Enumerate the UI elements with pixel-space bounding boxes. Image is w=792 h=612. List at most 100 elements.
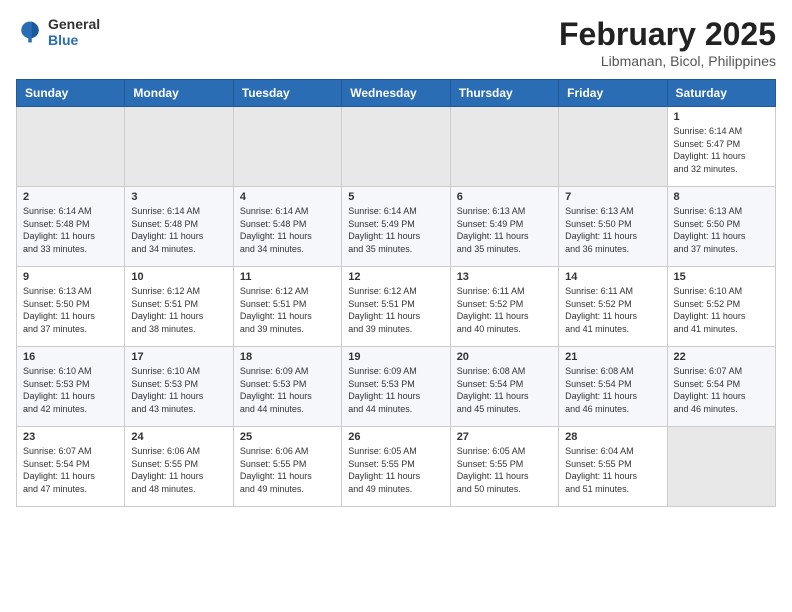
calendar-cell: 28 Sunrise: 6:04 AM Sunset: 5:55 PM Dayli…	[559, 427, 667, 507]
day-number: 9	[23, 271, 118, 283]
day-info: Sunrise: 6:09 AM Sunset: 5:53 PM Dayligh…	[240, 365, 335, 415]
calendar-cell: 22 Sunrise: 6:07 AM Sunset: 5:54 PM Dayli…	[667, 347, 775, 427]
calendar-cell	[17, 107, 125, 187]
day-number: 13	[457, 271, 552, 283]
day-number: 7	[565, 191, 660, 203]
calendar-cell: 24 Sunrise: 6:06 AM Sunset: 5:55 PM Dayli…	[125, 427, 233, 507]
day-info: Sunrise: 6:14 AM Sunset: 5:48 PM Dayligh…	[23, 205, 118, 255]
day-info: Sunrise: 6:04 AM Sunset: 5:55 PM Dayligh…	[565, 445, 660, 495]
calendar-cell	[342, 107, 450, 187]
day-info: Sunrise: 6:13 AM Sunset: 5:49 PM Dayligh…	[457, 205, 552, 255]
day-info: Sunrise: 6:08 AM Sunset: 5:54 PM Dayligh…	[457, 365, 552, 415]
month-title: February 2025	[559, 16, 776, 53]
calendar-cell: 1Sunrise: 6:14 AM Sunset: 5:47 PM Daylig…	[667, 107, 775, 187]
calendar-cell: 8 Sunrise: 6:13 AM Sunset: 5:50 PM Daylig…	[667, 187, 775, 267]
calendar-cell: 23Sunrise: 6:07 AM Sunset: 5:54 PM Dayli…	[17, 427, 125, 507]
logo-icon	[16, 18, 44, 46]
day-info: Sunrise: 6:13 AM Sunset: 5:50 PM Dayligh…	[674, 205, 769, 255]
day-info: Sunrise: 6:13 AM Sunset: 5:50 PM Dayligh…	[565, 205, 660, 255]
day-info: Sunrise: 6:14 AM Sunset: 5:48 PM Dayligh…	[240, 205, 335, 255]
page-header: General Blue February 2025 Libmanan, Bic…	[16, 16, 776, 69]
calendar-week-row: 16Sunrise: 6:10 AM Sunset: 5:53 PM Dayli…	[17, 347, 776, 427]
calendar-cell: 17 Sunrise: 6:10 AM Sunset: 5:53 PM Dayli…	[125, 347, 233, 427]
calendar-cell	[233, 107, 341, 187]
logo: General Blue	[16, 16, 100, 48]
calendar-cell: 19 Sunrise: 6:09 AM Sunset: 5:53 PM Dayli…	[342, 347, 450, 427]
day-info: Sunrise: 6:11 AM Sunset: 5:52 PM Dayligh…	[565, 285, 660, 335]
calendar-cell: 12 Sunrise: 6:12 AM Sunset: 5:51 PM Dayli…	[342, 267, 450, 347]
day-number: 12	[348, 271, 443, 283]
day-info: Sunrise: 6:14 AM Sunset: 5:49 PM Dayligh…	[348, 205, 443, 255]
title-block: February 2025 Libmanan, Bicol, Philippin…	[559, 16, 776, 69]
calendar-cell: 4 Sunrise: 6:14 AM Sunset: 5:48 PM Daylig…	[233, 187, 341, 267]
calendar-cell: 25Sunrise: 6:06 AM Sunset: 5:55 PM Dayli…	[233, 427, 341, 507]
calendar-cell: 9 Sunrise: 6:13 AM Sunset: 5:50 PM Daylig…	[17, 267, 125, 347]
day-number: 18	[240, 351, 335, 363]
day-info: Sunrise: 6:12 AM Sunset: 5:51 PM Dayligh…	[348, 285, 443, 335]
day-info: Sunrise: 6:10 AM Sunset: 5:53 PM Dayligh…	[23, 365, 118, 415]
day-info: Sunrise: 6:10 AM Sunset: 5:52 PM Dayligh…	[674, 285, 769, 335]
weekday-header: Thursday	[450, 80, 558, 107]
day-info: Sunrise: 6:06 AM Sunset: 5:55 PM Dayligh…	[131, 445, 226, 495]
calendar-cell: 14 Sunrise: 6:11 AM Sunset: 5:52 PM Dayli…	[559, 267, 667, 347]
day-number: 28	[565, 431, 660, 443]
calendar-cell: 7 Sunrise: 6:13 AM Sunset: 5:50 PM Daylig…	[559, 187, 667, 267]
day-number: 2	[23, 191, 118, 203]
logo-blue: Blue	[48, 32, 100, 48]
day-info: Sunrise: 6:05 AM Sunset: 5:55 PM Dayligh…	[348, 445, 443, 495]
day-number: 5	[348, 191, 443, 203]
day-number: 26	[348, 431, 443, 443]
weekday-header: Saturday	[667, 80, 775, 107]
weekday-header-row: SundayMondayTuesdayWednesdayThursdayFrid…	[17, 80, 776, 107]
calendar-cell: 16Sunrise: 6:10 AM Sunset: 5:53 PM Dayli…	[17, 347, 125, 427]
calendar-cell	[559, 107, 667, 187]
day-info: Sunrise: 6:05 AM Sunset: 5:55 PM Dayligh…	[457, 445, 552, 495]
calendar-cell	[125, 107, 233, 187]
calendar-cell: 3Sunrise: 6:14 AM Sunset: 5:48 PM Daylig…	[125, 187, 233, 267]
calendar-cell: 6 Sunrise: 6:13 AM Sunset: 5:49 PM Daylig…	[450, 187, 558, 267]
logo-general: General	[48, 16, 100, 32]
day-info: Sunrise: 6:12 AM Sunset: 5:51 PM Dayligh…	[240, 285, 335, 335]
calendar-cell: 10 Sunrise: 6:12 AM Sunset: 5:51 PM Dayli…	[125, 267, 233, 347]
day-number: 27	[457, 431, 552, 443]
day-number: 11	[240, 271, 335, 283]
calendar-cell: 13 Sunrise: 6:11 AM Sunset: 5:52 PM Dayli…	[450, 267, 558, 347]
day-info: Sunrise: 6:11 AM Sunset: 5:52 PM Dayligh…	[457, 285, 552, 335]
day-number: 14	[565, 271, 660, 283]
calendar-cell: 27 Sunrise: 6:05 AM Sunset: 5:55 PM Dayli…	[450, 427, 558, 507]
day-number: 25	[240, 431, 335, 443]
day-info: Sunrise: 6:10 AM Sunset: 5:53 PM Dayligh…	[131, 365, 226, 415]
calendar-cell: 5 Sunrise: 6:14 AM Sunset: 5:49 PM Daylig…	[342, 187, 450, 267]
calendar-week-row: 23Sunrise: 6:07 AM Sunset: 5:54 PM Dayli…	[17, 427, 776, 507]
day-info: Sunrise: 6:12 AM Sunset: 5:51 PM Dayligh…	[131, 285, 226, 335]
day-info: Sunrise: 6:09 AM Sunset: 5:53 PM Dayligh…	[348, 365, 443, 415]
day-number: 22	[674, 351, 769, 363]
day-number: 10	[131, 271, 226, 283]
day-number: 20	[457, 351, 552, 363]
day-number: 8	[674, 191, 769, 203]
calendar-cell: 26 Sunrise: 6:05 AM Sunset: 5:55 PM Dayli…	[342, 427, 450, 507]
day-info: Sunrise: 6:07 AM Sunset: 5:54 PM Dayligh…	[23, 445, 118, 495]
location: Libmanan, Bicol, Philippines	[559, 53, 776, 69]
calendar-cell: 2 Sunrise: 6:14 AM Sunset: 5:48 PM Daylig…	[17, 187, 125, 267]
calendar-week-row: 1Sunrise: 6:14 AM Sunset: 5:47 PM Daylig…	[17, 107, 776, 187]
calendar-cell: 18 Sunrise: 6:09 AM Sunset: 5:53 PM Dayli…	[233, 347, 341, 427]
day-number: 21	[565, 351, 660, 363]
calendar-week-row: 9 Sunrise: 6:13 AM Sunset: 5:50 PM Daylig…	[17, 267, 776, 347]
calendar-cell: 20 Sunrise: 6:08 AM Sunset: 5:54 PM Dayli…	[450, 347, 558, 427]
day-number: 6	[457, 191, 552, 203]
day-number: 19	[348, 351, 443, 363]
logo-text: General Blue	[48, 16, 100, 48]
day-number: 1	[674, 111, 769, 123]
day-info: Sunrise: 6:14 AM Sunset: 5:48 PM Dayligh…	[131, 205, 226, 255]
day-info: Sunrise: 6:08 AM Sunset: 5:54 PM Dayligh…	[565, 365, 660, 415]
calendar-week-row: 2 Sunrise: 6:14 AM Sunset: 5:48 PM Daylig…	[17, 187, 776, 267]
day-number: 4	[240, 191, 335, 203]
day-info: Sunrise: 6:13 AM Sunset: 5:50 PM Dayligh…	[23, 285, 118, 335]
day-info: Sunrise: 6:07 AM Sunset: 5:54 PM Dayligh…	[674, 365, 769, 415]
day-number: 17	[131, 351, 226, 363]
weekday-header: Tuesday	[233, 80, 341, 107]
calendar-cell: 21 Sunrise: 6:08 AM Sunset: 5:54 PM Dayli…	[559, 347, 667, 427]
day-number: 15	[674, 271, 769, 283]
day-number: 24	[131, 431, 226, 443]
